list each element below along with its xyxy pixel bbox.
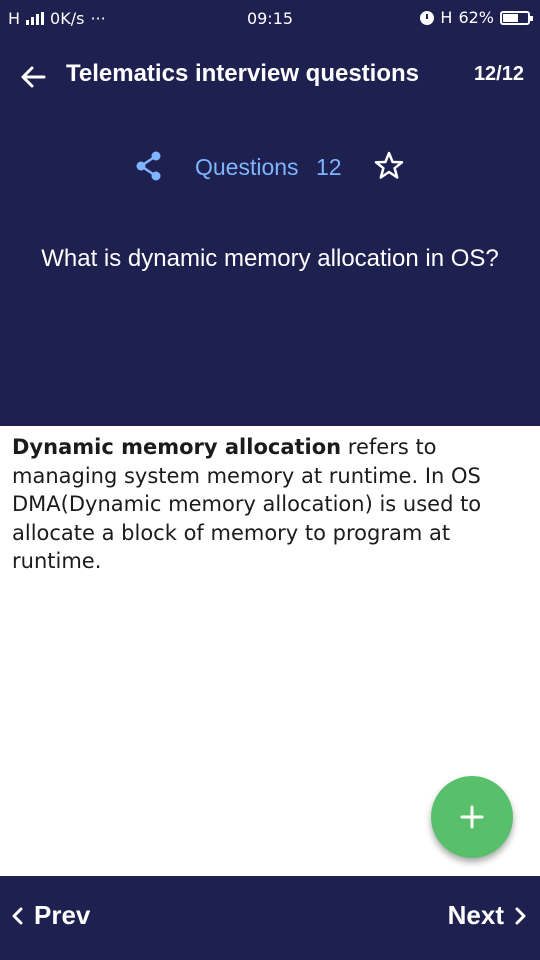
arrow-left-icon[interactable] xyxy=(18,62,48,92)
answer-term: Dynamic memory allocation xyxy=(12,435,342,459)
question-header: Telematics interview questions 12/12 Que… xyxy=(0,36,540,426)
next-label: Next xyxy=(447,900,504,930)
plus-icon xyxy=(460,805,484,829)
alarm-icon xyxy=(420,10,435,25)
chevron-left-icon xyxy=(12,907,23,924)
chevron-right-icon xyxy=(515,907,526,924)
prev-label: Prev xyxy=(34,900,91,930)
battery-percent: 62% xyxy=(458,8,494,27)
app-bar: Telematics interview questions 12/12 xyxy=(0,36,540,116)
status-bar: H 0K/s ··· 09:15 H 62% xyxy=(0,0,540,36)
question-counter: 12/12 xyxy=(473,63,524,85)
net-type: H xyxy=(440,8,453,27)
status-right: H 62% xyxy=(420,8,533,27)
add-button[interactable] xyxy=(431,776,513,858)
question-meta: Questions 12 xyxy=(0,148,540,188)
star-outline-icon[interactable] xyxy=(373,150,405,182)
page-title: Telematics interview questions xyxy=(66,60,420,87)
next-button[interactable]: Next xyxy=(448,900,528,931)
bottom-navigation: Prev Next xyxy=(0,876,540,960)
prev-button[interactable]: Prev xyxy=(10,900,90,931)
questions-count: 12 xyxy=(316,154,342,180)
battery-icon xyxy=(500,10,533,25)
answer-text: Dynamic memory allocation refers to mana… xyxy=(12,433,532,576)
share-icon[interactable] xyxy=(134,150,164,182)
question-text: What is dynamic memory allocation in OS? xyxy=(41,245,499,272)
questions-label: Questions xyxy=(195,154,299,180)
